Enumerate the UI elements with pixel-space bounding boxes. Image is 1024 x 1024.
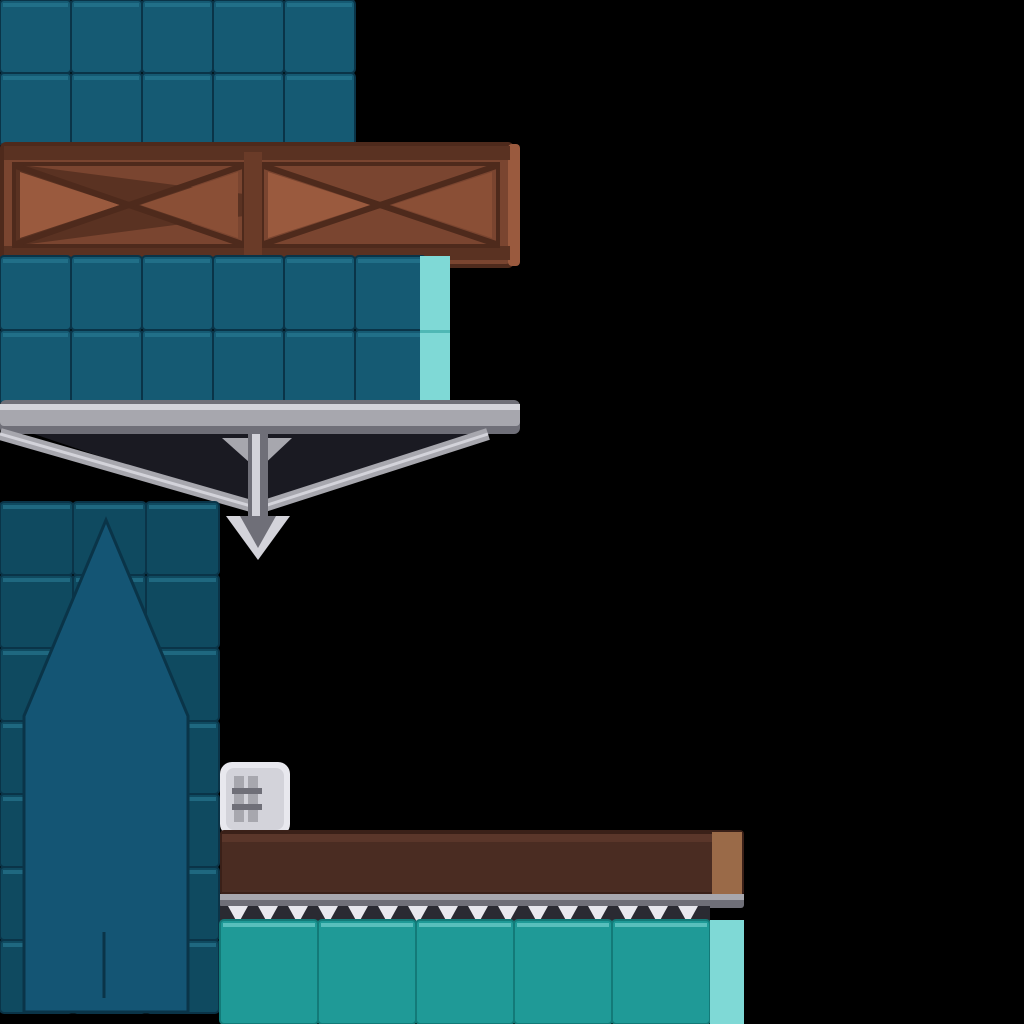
stone-pillar-arch — [0, 501, 220, 1014]
stone-tile — [141, 329, 214, 405]
wooden-truss-plank — [0, 142, 520, 268]
stone-tile — [0, 255, 72, 331]
stone-tile — [283, 255, 356, 331]
stone-tile — [212, 255, 285, 331]
stone-tile — [354, 329, 427, 405]
stone-tile — [0, 501, 74, 576]
stone-tile — [70, 72, 143, 147]
stone-tile — [212, 329, 285, 405]
stone-tile — [0, 72, 72, 147]
stone-block-middle — [0, 255, 450, 405]
ice-tile — [513, 919, 613, 1024]
ice-tile — [219, 919, 319, 1024]
stone-tile — [70, 329, 143, 405]
ice-tile — [317, 919, 417, 1024]
stone-tile — [141, 255, 214, 331]
stone-tile — [212, 72, 285, 147]
stone-tile — [283, 0, 356, 74]
ice-tile — [415, 919, 515, 1024]
stone-tile — [0, 0, 72, 74]
stone-tile — [354, 255, 427, 331]
ice-tile — [611, 919, 711, 1024]
ice-block-row — [219, 919, 744, 1024]
stone-tile — [283, 72, 356, 147]
stone-tile — [283, 329, 356, 405]
stone-tile — [70, 255, 143, 331]
spiked-wood-platform — [220, 830, 744, 924]
stone-tile — [145, 501, 220, 576]
metal-bracket — [220, 762, 290, 836]
sprite-sheet — [0, 0, 1024, 1024]
stone-tile — [145, 574, 220, 649]
stone-tile — [212, 0, 285, 74]
stone-block-top — [0, 0, 356, 147]
stone-tile — [0, 329, 72, 405]
stone-tile — [70, 0, 143, 74]
stone-tile — [141, 0, 214, 74]
stone-tile — [141, 72, 214, 147]
